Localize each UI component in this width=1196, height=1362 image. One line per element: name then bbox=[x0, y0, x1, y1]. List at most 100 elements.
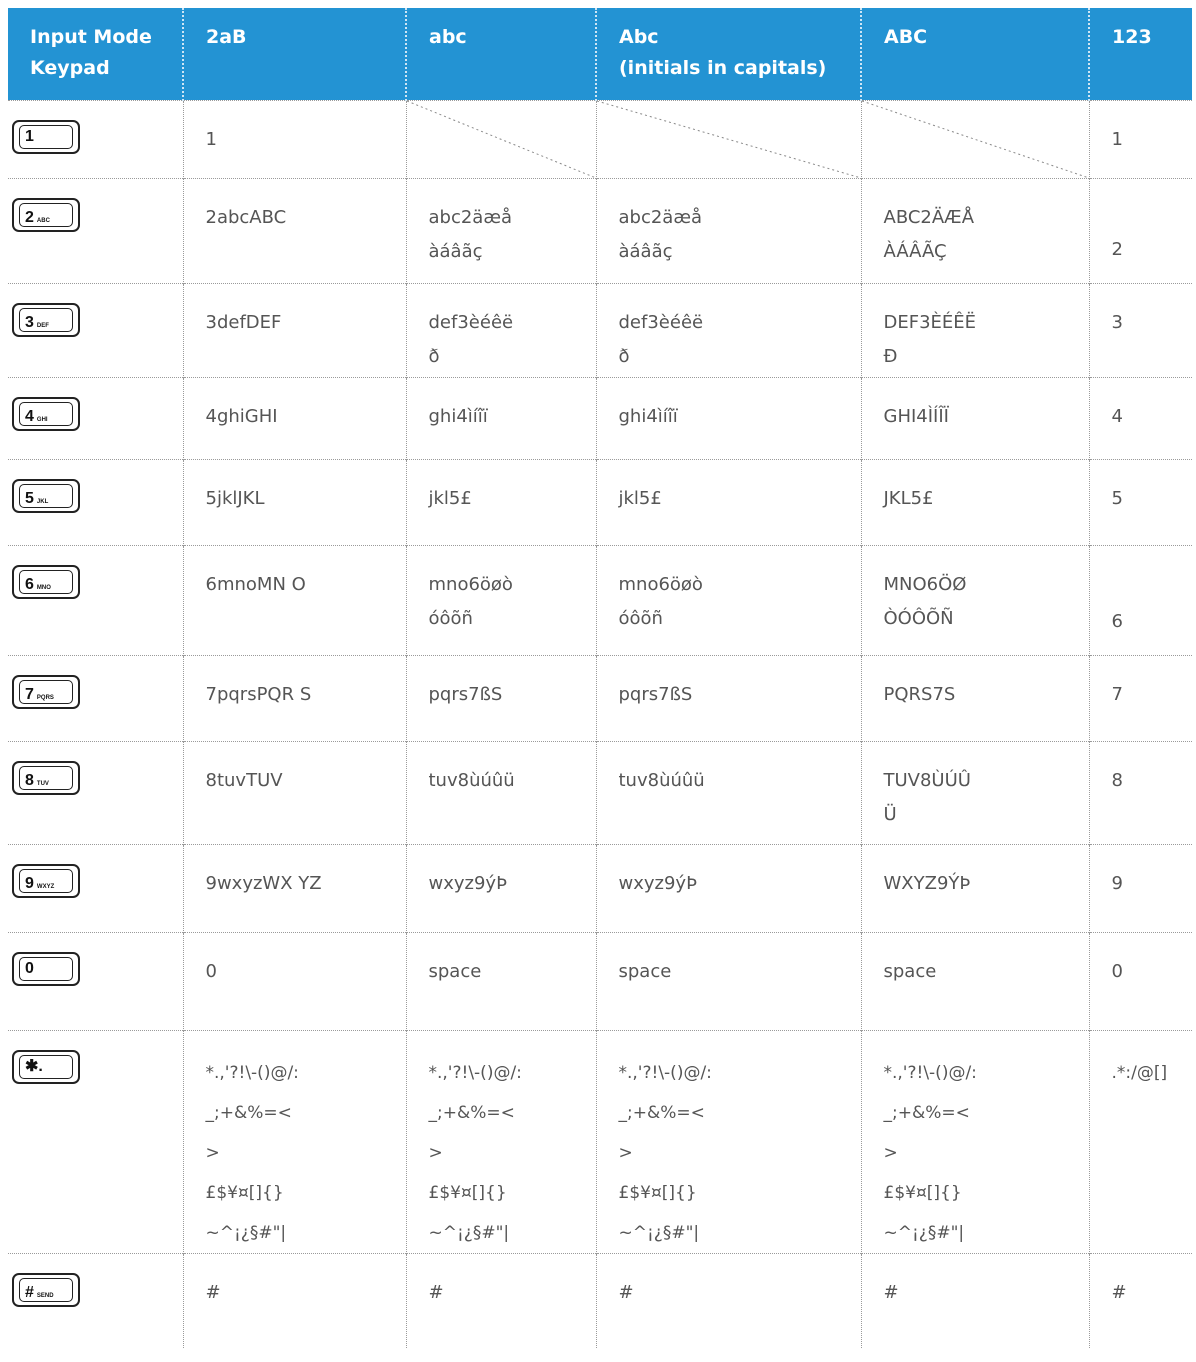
table-cell: 2abcABC bbox=[182, 177, 406, 283]
key-face: # SEND bbox=[19, 1277, 73, 1302]
keypad-input-table-page: Input Mode Keypad 2aB abc Abc (initials … bbox=[0, 0, 1196, 1362]
table-cell: jkl5£ bbox=[405, 458, 596, 545]
table-row: 3 DEF 3defDEF def3èéêë ð def3èéêë ð DEF3ÈÉÊË … bbox=[8, 282, 1192, 377]
cell-text: 6mnoMN O bbox=[205, 573, 306, 595]
cell-text: MNO6ÖØ ÒÓÔÕÑ bbox=[883, 573, 967, 629]
keypad-key-cell: 7 PQRS bbox=[8, 654, 183, 741]
key-face: 7 PQRS bbox=[19, 679, 73, 704]
cell-text: TUV8ÙÚÛ Ü bbox=[883, 769, 971, 825]
cell-text: *.,'?!\-()@/: _;+&%=< > £$¥¤[]{} ~^¡¿§#"… bbox=[883, 1062, 977, 1243]
table-cell: wxyz9ýÞ bbox=[595, 843, 861, 932]
key-face: 3 DEF bbox=[19, 307, 73, 332]
table-cell: *.,'?!\-()@/: _;+&%=< > £$¥¤[]{} ~^¡¿§#"… bbox=[182, 1029, 406, 1253]
table-cell: 3 bbox=[1088, 282, 1192, 377]
header-2aB: 2aB bbox=[182, 8, 406, 100]
table-cell: 3defDEF bbox=[182, 282, 406, 377]
key-digit: 0 bbox=[25, 959, 34, 977]
keypad-key-cell: 3 DEF bbox=[8, 282, 183, 377]
cell-text: mno6öøò óôõñ bbox=[618, 573, 703, 629]
table-cell: 0 bbox=[182, 931, 406, 1030]
key-digit: 2 bbox=[25, 208, 34, 226]
key-face: 2 ABC bbox=[19, 202, 73, 227]
key-face: 0 bbox=[19, 956, 73, 981]
table-cell: tuv8ùúûü bbox=[595, 740, 861, 844]
header-label: Input Mode Keypad bbox=[30, 26, 152, 79]
cell-text: abc2äæå àáâãç bbox=[618, 206, 703, 262]
table-cell: 5 bbox=[1088, 458, 1192, 545]
table-cell: JKL5£ bbox=[860, 458, 1089, 545]
cell-text: 8 bbox=[1111, 769, 1123, 791]
cell-text: mno6öøò óôõñ bbox=[428, 573, 513, 629]
key-letters: GHI bbox=[36, 416, 48, 423]
cell-text: def3èéêë ð bbox=[618, 311, 704, 367]
table-cell: ghi4ìíîï bbox=[595, 376, 861, 459]
cell-text: 5 bbox=[1111, 487, 1123, 509]
cell-text: *.,'?!\-()@/: _;+&%=< > £$¥¤[]{} ~^¡¿§#"… bbox=[618, 1062, 712, 1243]
key-digit: 3 bbox=[25, 313, 34, 331]
cell-text: 6 bbox=[1111, 610, 1123, 632]
keypad-key-cell: 0 bbox=[8, 931, 183, 1030]
key-digit: 8 bbox=[25, 771, 34, 789]
cell-text: def3èéêë ð bbox=[428, 311, 514, 367]
header-abc: abc bbox=[405, 8, 596, 100]
cell-text: tuv8ùúûü bbox=[618, 769, 705, 791]
table-cell bbox=[860, 99, 1089, 178]
header-label: 123 bbox=[1112, 26, 1152, 48]
table-cell: WXYZ9ÝÞ bbox=[860, 843, 1089, 932]
cell-text: 3defDEF bbox=[205, 311, 282, 333]
cell-text: 8tuvTUV bbox=[205, 769, 283, 791]
cell-text: ghi4ìíîï bbox=[428, 405, 488, 427]
input-mode-table: Input Mode Keypad 2aB abc Abc (initials … bbox=[8, 8, 1192, 1348]
cell-text: 9 bbox=[1111, 872, 1123, 894]
not-applicable-diagonal bbox=[597, 101, 861, 178]
key-letters: WXYZ bbox=[36, 883, 55, 890]
cell-text: wxyz9ýÞ bbox=[428, 872, 507, 894]
table-cell: 6mnoMN O bbox=[182, 544, 406, 655]
cell-text: 0 bbox=[205, 960, 217, 982]
cell-text: WXYZ9ÝÞ bbox=[883, 872, 971, 894]
table-cell: ABC2ÄÆÅ ÀÁÂÃÇ bbox=[860, 177, 1089, 283]
table-cell: # bbox=[405, 1252, 596, 1348]
table-cell: 1 bbox=[182, 99, 406, 178]
keypad-key-icon: 1 bbox=[12, 119, 80, 154]
keypad-key-cell: 9 WXYZ bbox=[8, 843, 183, 932]
cell-text: ghi4ìíîï bbox=[618, 405, 678, 427]
keypad-key-icon: 2 ABC bbox=[12, 197, 80, 232]
key-face: 4 GHI bbox=[19, 401, 73, 426]
table-cell: TUV8ÙÚÛ Ü bbox=[860, 740, 1089, 844]
cell-text: # bbox=[883, 1281, 899, 1303]
keypad-key-icon: 9 WXYZ bbox=[12, 863, 80, 898]
header-label: Abc (initials in capitals) bbox=[619, 26, 827, 79]
keypad-key-cell: ✱. bbox=[8, 1029, 183, 1253]
table-row: 7 PQRS 7pqrsPQR Spqrs7ßS pqrs7ßS PQRS7S 7 bbox=[8, 654, 1192, 741]
cell-text: jkl5£ bbox=[428, 487, 472, 509]
table-cell: 4ghiGHI bbox=[182, 376, 406, 459]
cell-text: PQRS7S bbox=[883, 683, 956, 705]
keypad-key-cell: 2 ABC bbox=[8, 177, 183, 283]
table-row: 4 GHI 4ghiGHI ghi4ìíîï ghi4ìíîï GHI4ÌÍÎÏ 4 bbox=[8, 376, 1192, 459]
key-letters: DEF bbox=[36, 322, 49, 329]
key-face: 8 TUV bbox=[19, 765, 73, 790]
cell-text: space bbox=[883, 960, 937, 982]
table-cell: 5jklJKL bbox=[182, 458, 406, 545]
header-label: ABC bbox=[884, 26, 928, 48]
table-body: 1 1 1 2 ABC 2abcABC abc2äæå àáâãç abc2äæå àáâãç… bbox=[8, 99, 1192, 1348]
key-digit: 4 bbox=[25, 407, 34, 425]
cell-text: space bbox=[428, 960, 482, 982]
cell-text: *.,'?!\-()@/: _;+&%=< > £$¥¤[]{} ~^¡¿§#"… bbox=[205, 1062, 299, 1243]
table-cell: 4 bbox=[1088, 376, 1192, 459]
table-cell: abc2äæå àáâãç bbox=[405, 177, 596, 283]
cell-text: 5jklJKL bbox=[205, 487, 265, 509]
table-row: 0 0 space space space 0 bbox=[8, 931, 1192, 1030]
table-cell: MNO6ÖØ ÒÓÔÕÑ bbox=[860, 544, 1089, 655]
table-cell: abc2äæå àáâãç bbox=[595, 177, 861, 283]
table-cell: 0 bbox=[1088, 931, 1192, 1030]
key-face: ✱. bbox=[19, 1054, 73, 1079]
header-row: Input Mode Keypad 2aB abc Abc (initials … bbox=[8, 8, 1192, 100]
cell-text: 9wxyzWX YZ bbox=[205, 872, 322, 894]
keypad-key-icon: 8 TUV bbox=[12, 760, 80, 795]
cell-text: 2 bbox=[1111, 238, 1123, 260]
table-row: 5 JKL 5jklJKL jkl5£ jkl5£ JKL5£ 5 bbox=[8, 458, 1192, 545]
table-cell: 7pqrsPQR S bbox=[182, 654, 406, 741]
key-digit: 1 bbox=[25, 127, 34, 145]
